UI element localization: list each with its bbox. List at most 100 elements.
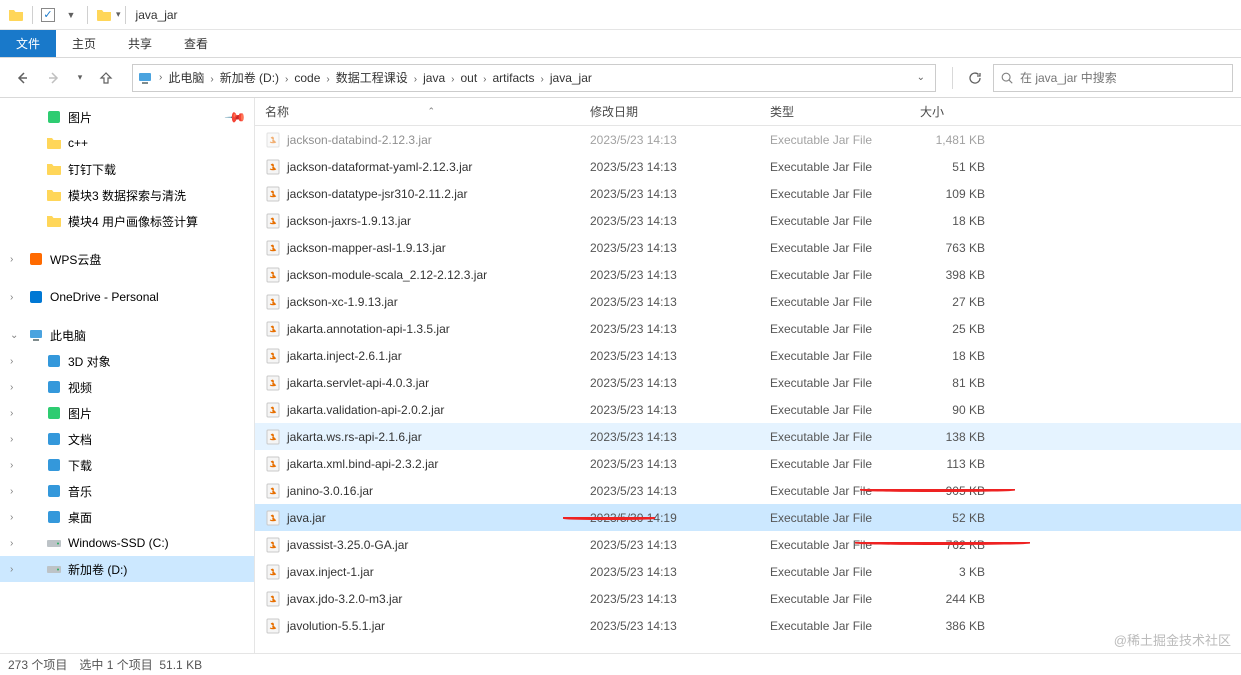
header-name[interactable]: 名称⌃ [255, 98, 580, 125]
breadcrumb-item[interactable]: java_jar [546, 71, 596, 85]
breadcrumb[interactable]: › 此电脑›新加卷 (D:)›code›数据工程课设›java›out›arti… [132, 64, 936, 92]
expand-icon[interactable]: › [10, 382, 13, 393]
nav-item[interactable]: › Windows-SSD (C:) [0, 530, 254, 556]
nav-item[interactable]: ›下载 [0, 452, 254, 478]
header-size[interactable]: 大小 [910, 98, 995, 125]
breadcrumb-item[interactable]: code [290, 71, 324, 85]
folder-icon [46, 161, 62, 177]
search-icon [1000, 71, 1014, 85]
expand-icon[interactable]: › [10, 512, 13, 523]
file-row[interactable]: jackson-jaxrs-1.9.13.jar2023/5/23 14:13E… [255, 207, 1241, 234]
breadcrumb-item[interactable]: 此电脑 [164, 71, 208, 85]
file-row[interactable]: jackson-xc-1.9.13.jar2023/5/23 14:13Exec… [255, 288, 1241, 315]
nav-label: Windows-SSD (C:) [68, 536, 169, 550]
checkbox-icon[interactable]: ✓ [41, 8, 55, 22]
nav-item[interactable]: ›视频 [0, 374, 254, 400]
chevron-right-icon[interactable]: › [324, 74, 331, 85]
nav-item[interactable]: 模块4 用户画像标签计算 [0, 208, 254, 234]
file-row[interactable]: jackson-databind-2.12.3.jar2023/5/23 14:… [255, 126, 1241, 153]
nav-label: 钉钉下载 [68, 161, 116, 178]
nav-item[interactable]: ›新加卷 (D:) [0, 556, 254, 582]
expand-icon[interactable]: › [10, 538, 13, 549]
breadcrumb-item[interactable]: java [419, 71, 449, 85]
nav-item[interactable]: 钉钉下载 [0, 156, 254, 182]
nav-item[interactable]: ›音乐 [0, 478, 254, 504]
recent-dropdown[interactable]: ▾ [72, 64, 88, 92]
forward-button[interactable] [40, 64, 68, 92]
expand-icon[interactable]: › [10, 254, 13, 265]
nav-item[interactable]: ›3D 对象 [0, 348, 254, 374]
expand-icon[interactable]: › [10, 486, 13, 497]
search-input[interactable] [1020, 71, 1226, 85]
tab-home[interactable]: 主页 [56, 30, 112, 57]
breadcrumb-item[interactable]: 新加卷 (D:) [216, 71, 283, 85]
nav-item[interactable]: ⌄此电脑 [0, 322, 254, 348]
file-type: Executable Jar File [760, 133, 910, 147]
expand-icon[interactable]: › [10, 408, 13, 419]
file-row[interactable]: jackson-module-scala_2.12-2.12.3.jar2023… [255, 261, 1241, 288]
nav-item[interactable]: › 桌面 [0, 504, 254, 530]
breadcrumb-item[interactable]: 数据工程课设 [332, 71, 412, 85]
back-button[interactable] [8, 64, 36, 92]
file-row[interactable]: jackson-dataformat-yaml-2.12.3.jar2023/5… [255, 153, 1241, 180]
expand-icon[interactable]: › [10, 356, 13, 367]
file-row[interactable]: jakarta.inject-2.6.1.jar2023/5/23 14:13E… [255, 342, 1241, 369]
drive-icon [46, 561, 62, 577]
nav-item[interactable]: c++ [0, 130, 254, 156]
file-date: 2023/5/23 14:13 [580, 187, 760, 201]
file-row[interactable]: javassist-3.25.0-GA.jar2023/5/23 14:13Ex… [255, 531, 1241, 558]
expand-icon[interactable]: › [10, 460, 13, 471]
file-row[interactable]: jackson-mapper-asl-1.9.13.jar2023/5/23 1… [255, 234, 1241, 261]
tab-share[interactable]: 共享 [112, 30, 168, 57]
header-type[interactable]: 类型 [760, 98, 910, 125]
file-name: java.jar [287, 511, 326, 525]
file-row[interactable]: javax.jdo-3.2.0-m3.jar2023/5/23 14:13Exe… [255, 585, 1241, 612]
file-row[interactable]: jakarta.validation-api-2.0.2.jar2023/5/2… [255, 396, 1241, 423]
chevron-right-icon[interactable]: › [157, 72, 164, 83]
chevron-right-icon[interactable]: › [412, 74, 419, 85]
tab-file[interactable]: 文件 [0, 30, 56, 57]
file-size: 81 KB [910, 376, 995, 390]
expand-icon[interactable]: › [10, 564, 13, 575]
chevron-right-icon[interactable]: › [208, 74, 215, 85]
search-box[interactable] [993, 64, 1233, 92]
pc-icon [28, 327, 44, 343]
breadcrumb-item[interactable]: out [456, 71, 481, 85]
nav-label: 桌面 [68, 509, 92, 526]
up-button[interactable] [92, 64, 120, 92]
nav-tree[interactable]: 图片📌c++钉钉下载模块3 数据探索与清洗模块4 用户画像标签计算›WPS云盘›… [0, 98, 255, 655]
expand-icon[interactable]: ⌄ [10, 330, 18, 341]
file-row[interactable]: janino-3.0.16.jar2023/5/23 14:13Executab… [255, 477, 1241, 504]
nav-item[interactable]: ›WPS云盘 [0, 246, 254, 272]
file-row[interactable]: jakarta.annotation-api-1.3.5.jar2023/5/2… [255, 315, 1241, 342]
file-row[interactable]: jakarta.xml.bind-api-2.3.2.jar2023/5/23 … [255, 450, 1241, 477]
chevron-right-icon[interactable]: › [481, 74, 488, 85]
file-row[interactable]: jakarta.servlet-api-4.0.3.jar2023/5/23 1… [255, 369, 1241, 396]
file-row[interactable]: jakarta.ws.rs-api-2.1.6.jar2023/5/23 14:… [255, 423, 1241, 450]
breadcrumb-item[interactable]: artifacts [489, 71, 539, 85]
refresh-button[interactable] [961, 64, 989, 92]
tab-view[interactable]: 查看 [168, 30, 224, 57]
file-size: 18 KB [910, 214, 995, 228]
chevron-right-icon[interactable]: › [539, 74, 546, 85]
file-type: Executable Jar File [760, 565, 910, 579]
header-date[interactable]: 修改日期 [580, 98, 760, 125]
nav-label: OneDrive - Personal [50, 290, 159, 304]
chevron-down-icon[interactable]: ⌄ [911, 72, 931, 83]
file-type: Executable Jar File [760, 349, 910, 363]
file-list[interactable]: jackson-databind-2.12.3.jar2023/5/23 14:… [255, 126, 1241, 639]
nav-item[interactable]: › OneDrive - Personal [0, 284, 254, 310]
jar-icon [265, 618, 281, 634]
expand-icon[interactable]: › [10, 434, 13, 445]
nav-item[interactable]: 模块3 数据探索与清洗 [0, 182, 254, 208]
file-row[interactable]: javax.inject-1.jar2023/5/23 14:13Executa… [255, 558, 1241, 585]
file-row[interactable]: javolution-5.5.1.jar2023/5/23 14:13Execu… [255, 612, 1241, 639]
nav-item[interactable]: 图片📌 [0, 104, 254, 130]
file-name: jakarta.validation-api-2.0.2.jar [287, 403, 444, 417]
file-row[interactable]: jackson-datatype-jsr310-2.11.2.jar2023/5… [255, 180, 1241, 207]
nav-item[interactable]: ›图片 [0, 400, 254, 426]
nav-item[interactable]: ›文档 [0, 426, 254, 452]
file-row[interactable]: java.jar2023/5/30 14:19Executable Jar Fi… [255, 504, 1241, 531]
expand-icon[interactable]: › [10, 292, 13, 303]
qat-dropdown-icon[interactable]: ▼ [63, 7, 79, 23]
